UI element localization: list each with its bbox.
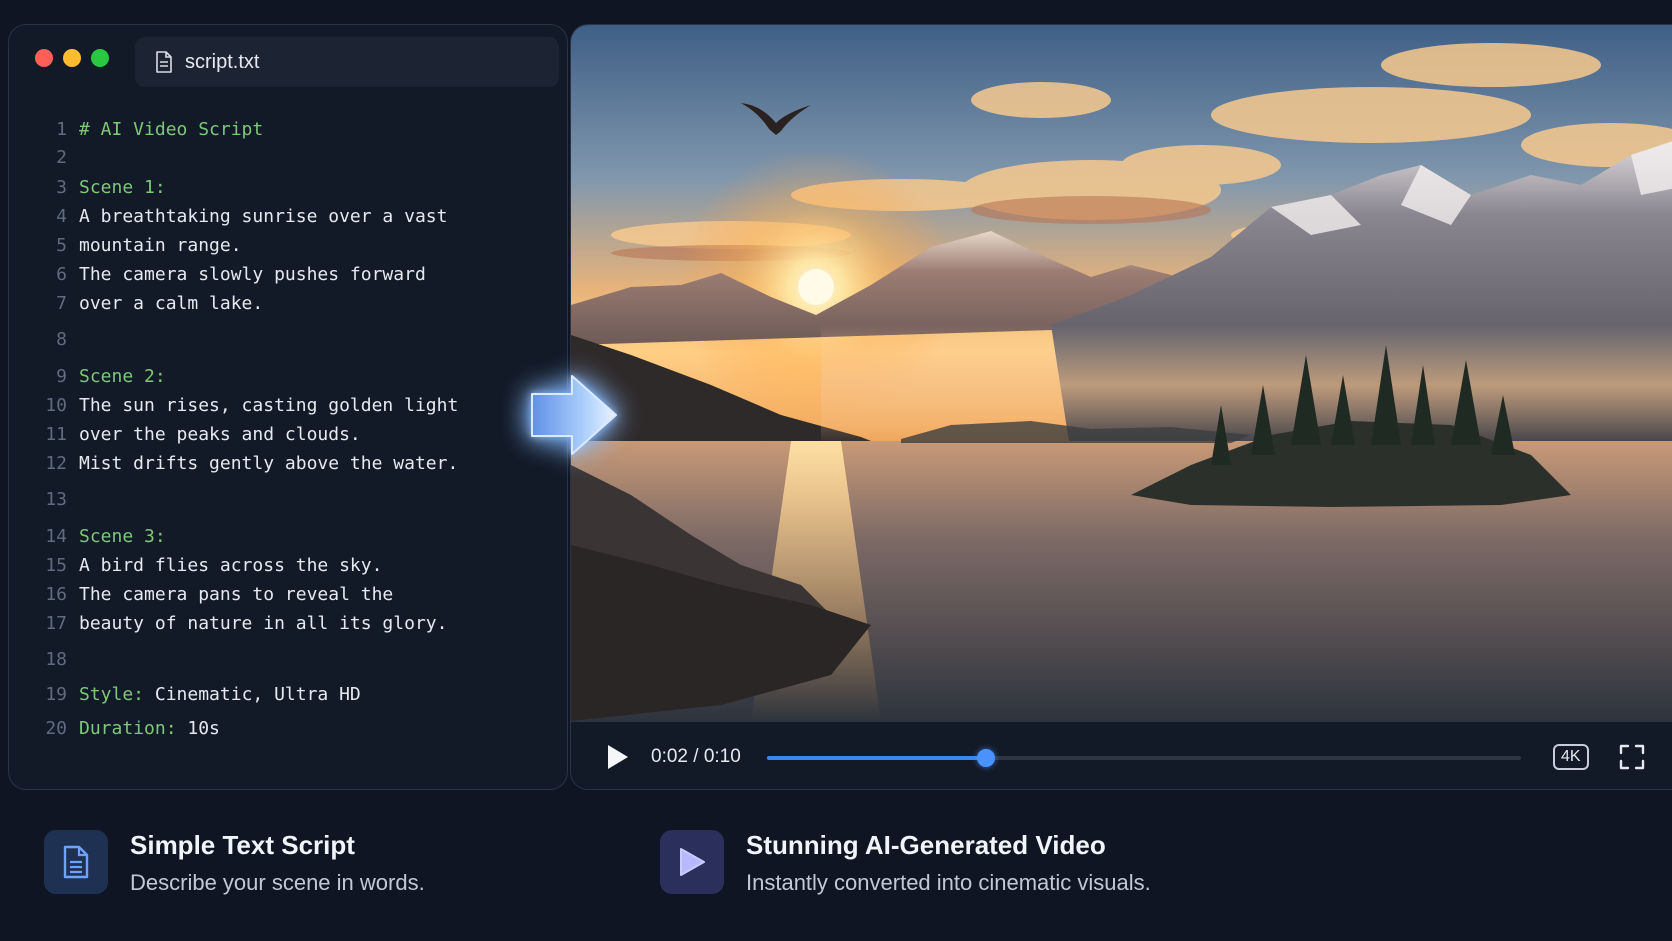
code-line: 9 Scene 2: — [9, 364, 567, 390]
code-text: A breathtaking sunrise over a vast — [79, 206, 448, 227]
line-number: 8 — [56, 329, 67, 350]
line-number: 5 — [56, 235, 67, 256]
quality-badge[interactable]: 4K — [1553, 744, 1589, 770]
maximize-window-button[interactable] — [91, 49, 109, 67]
file-name: script.txt — [185, 50, 260, 73]
code-line: 12 Mist drifts gently above the water. — [9, 451, 567, 477]
line-number: 18 — [45, 649, 67, 670]
code-line: 7 over a calm lake. — [9, 291, 567, 317]
code-line: 6 The camera slowly pushes forward — [9, 262, 567, 288]
line-number: 12 — [45, 453, 67, 474]
code-line: 3 Scene 1: — [9, 175, 567, 201]
file-icon — [156, 51, 172, 73]
document-icon — [44, 830, 108, 894]
line-number: 19 — [45, 684, 67, 705]
line-number: 10 — [45, 395, 67, 416]
minimize-window-button[interactable] — [63, 49, 81, 67]
line-number: 4 — [56, 206, 67, 227]
code-text: over the peaks and clouds. — [79, 424, 361, 445]
code-text: A bird flies across the sky. — [79, 555, 383, 576]
line-number: 1 — [56, 119, 67, 140]
code-line: 14 Scene 3: — [9, 524, 567, 550]
line-text: The sun rises, casting golden light — [79, 393, 458, 419]
code-keyword: Scene 3: — [79, 526, 166, 547]
code-line: 15 A bird flies across the sky. — [9, 553, 567, 579]
arrow-right-icon — [531, 375, 617, 455]
code-text: The sun rises, casting golden light — [79, 395, 459, 416]
line-text: The camera pans to reveal the — [79, 582, 393, 608]
feature-title: Stunning AI-Generated Video — [746, 830, 1106, 860]
line-text: Scene 3: — [79, 524, 166, 550]
line-text: Duration: 10s — [79, 716, 220, 742]
code-line: 18 — [9, 647, 567, 673]
code-text: beauty of nature in all its glory. — [79, 613, 448, 634]
script-editor: script.txt 1 # AI Video Script 2 3 Scene 1: 4… — [8, 24, 568, 790]
line-number: 3 — [56, 177, 67, 198]
code-line: 13 — [9, 487, 567, 513]
line-number: 14 — [45, 526, 67, 547]
line-number: 15 — [45, 555, 67, 576]
play-icon — [660, 830, 724, 894]
code-line: 5 mountain range. — [9, 233, 567, 259]
code-keyword: Scene 2: — [79, 366, 166, 387]
line-text: Scene 2: — [79, 364, 166, 390]
window-controls — [35, 49, 109, 67]
code-line: 16 The camera pans to reveal the — [9, 582, 567, 608]
line-text: over the peaks and clouds. — [79, 422, 361, 448]
code-keyword: Scene 1: — [79, 177, 166, 198]
feature-description: Instantly converted into cinematic visua… — [746, 870, 1151, 895]
code-text: The camera slowly pushes forward — [79, 264, 426, 285]
code-text: Cinematic, Ultra HD — [144, 684, 361, 705]
code-keyword: # AI Video Script — [79, 119, 264, 140]
seek-bar-progress — [767, 756, 986, 760]
video-frame-landscape — [571, 25, 1672, 721]
close-window-button[interactable] — [35, 49, 53, 67]
line-text: beauty of nature in all its glory. — [79, 611, 447, 637]
code-text: over a calm lake. — [79, 293, 264, 314]
play-icon[interactable] — [605, 742, 631, 772]
code-line: 4 A breathtaking sunrise over a vast — [9, 204, 567, 230]
line-number: 20 — [45, 718, 67, 739]
code-line: 17 beauty of nature in all its glory. — [9, 611, 567, 637]
line-number: 16 — [45, 584, 67, 605]
seek-bar-handle[interactable] — [976, 749, 995, 767]
code-text: The camera pans to reveal the — [79, 584, 394, 605]
code-line: 1 # AI Video Script — [9, 117, 567, 143]
code-line: 19 Style: Cinematic, Ultra HD — [9, 682, 567, 708]
code-text: 10s — [176, 718, 220, 739]
playback-time: 0:02 / 0:10 — [651, 746, 741, 767]
code-text: mountain range. — [79, 235, 242, 256]
line-text: over a calm lake. — [79, 291, 263, 317]
line-text: A breathtaking sunrise over a vast — [79, 204, 447, 230]
video-player[interactable]: 0:02 / 0:10 4K — [570, 24, 1672, 790]
line-number: 6 — [56, 264, 67, 285]
line-text: Scene 1: — [79, 175, 166, 201]
code-keyword: Duration: — [79, 718, 177, 739]
code-line: 8 — [9, 327, 567, 353]
feature-description: Describe your scene in words. — [130, 870, 425, 895]
line-text: Mist drifts gently above the water. — [79, 451, 458, 477]
feature-title: Simple Text Script — [130, 830, 355, 860]
line-number: 9 — [56, 366, 67, 387]
line-text: Style: Cinematic, Ultra HD — [79, 682, 361, 708]
player-controls: 0:02 / 0:10 4K — [571, 721, 1672, 789]
code-line: 20 Duration: 10s — [9, 716, 567, 742]
line-number: 13 — [45, 489, 67, 510]
code-line: 2 — [9, 145, 567, 171]
line-number: 17 — [45, 613, 67, 634]
code-text: Mist drifts gently above the water. — [79, 453, 459, 474]
file-tab[interactable]: script.txt — [135, 37, 559, 87]
fullscreen-icon[interactable] — [1619, 744, 1645, 770]
line-text: # AI Video Script — [79, 117, 263, 143]
line-text: The camera slowly pushes forward — [79, 262, 426, 288]
code-line: 11 over the peaks and clouds. — [9, 422, 567, 448]
line-text: mountain range. — [79, 233, 242, 259]
seek-bar[interactable] — [767, 749, 1521, 767]
line-number: 7 — [56, 293, 67, 314]
line-number: 2 — [56, 147, 67, 168]
line-text: A bird flies across the sky. — [79, 553, 382, 579]
line-number: 11 — [45, 424, 67, 445]
code-keyword: Style: — [79, 684, 145, 705]
code-line: 10 The sun rises, casting golden light — [9, 393, 567, 419]
